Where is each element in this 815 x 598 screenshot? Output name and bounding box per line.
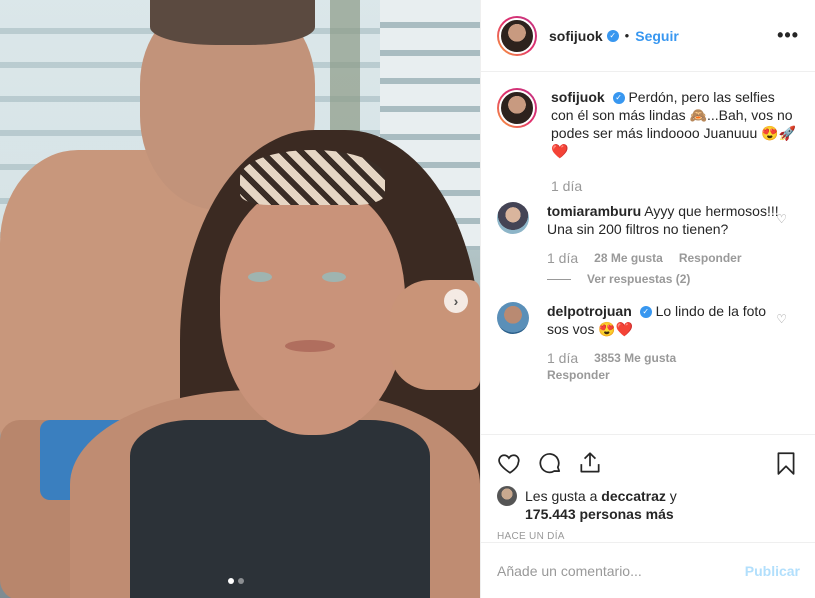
view-replies-button[interactable]: Ver respuestas (2) xyxy=(547,272,779,286)
caption: sofijuok ✓ Perdón, pero las selfies con … xyxy=(497,88,799,194)
author-username[interactable]: sofijuok xyxy=(549,28,603,44)
comment-input[interactable]: Añade un comentario... xyxy=(497,563,745,579)
follow-button[interactable]: Seguir xyxy=(635,28,679,44)
comment-username[interactable]: sofijuok xyxy=(551,89,605,105)
commenter-avatar[interactable] xyxy=(497,202,529,234)
like-heart-icon[interactable] xyxy=(497,450,523,476)
comment: delpotrojuan ✓ Lo lindo de la foto sos v… xyxy=(497,302,799,382)
carousel-dots xyxy=(228,578,244,584)
verified-badge-icon: ✓ xyxy=(606,29,619,42)
verified-badge-icon: ✓ xyxy=(639,306,652,319)
comment-time[interactable]: 1 día xyxy=(551,178,582,194)
likes-others[interactable]: 175.443 personas más xyxy=(525,506,674,522)
comment-time[interactable]: 1 día xyxy=(547,250,578,266)
more-options-icon[interactable]: ••• xyxy=(777,25,799,46)
verified-badge-icon: ✓ xyxy=(612,92,625,105)
comment: tomiaramburu Ayyy que hermosos!!! Una si… xyxy=(497,202,799,286)
comments-list: sofijuok ✓ Perdón, pero las selfies con … xyxy=(481,72,815,434)
separator-dot: • xyxy=(624,28,630,43)
comment-time[interactable]: 1 día xyxy=(547,350,578,366)
liker-avatar[interactable] xyxy=(497,486,517,506)
commenter-avatar[interactable] xyxy=(497,302,529,334)
post-photo: › xyxy=(0,0,480,598)
action-icons xyxy=(497,443,799,483)
comment-like-heart-icon[interactable]: ♡ xyxy=(776,212,787,226)
publish-button[interactable]: Publicar xyxy=(745,563,800,579)
comment-composer: Añade un comentario... Publicar xyxy=(481,542,815,598)
carousel-next-button[interactable]: › xyxy=(444,289,468,313)
post-panel: sofijuok ✓ • Seguir ••• sofijuok ✓ Perdó… xyxy=(480,0,815,598)
caption-avatar[interactable] xyxy=(497,88,537,128)
likes-summary: Les gusta a deccatraz y 175.443 personas… xyxy=(497,486,799,523)
carousel-dot xyxy=(238,578,244,584)
author-avatar[interactable] xyxy=(497,15,537,56)
action-bar: Les gusta a deccatraz y 175.443 personas… xyxy=(481,434,815,542)
comment-username[interactable]: delpotrojuan xyxy=(547,303,632,319)
comment-likes[interactable]: 3853 Me gusta xyxy=(594,351,676,365)
liked-by-prefix: Les gusta a xyxy=(525,488,598,504)
reply-button[interactable]: Responder xyxy=(679,251,742,265)
carousel-dot-active xyxy=(228,578,234,584)
share-icon[interactable] xyxy=(577,450,603,476)
replies-line xyxy=(547,278,571,280)
reply-button[interactable]: Responder xyxy=(547,368,610,382)
post-timestamp[interactable]: HACE UN DÍA xyxy=(497,531,799,542)
comment-likes[interactable]: 28 Me gusta xyxy=(594,251,663,265)
bookmark-icon[interactable] xyxy=(773,450,799,476)
post-header: sofijuok ✓ • Seguir ••• xyxy=(481,0,815,72)
comment-like-heart-icon[interactable]: ♡ xyxy=(776,312,787,326)
liked-by-user[interactable]: deccatraz xyxy=(601,488,666,504)
view-replies-label[interactable]: Ver respuestas (2) xyxy=(587,272,690,286)
comment-username[interactable]: tomiaramburu xyxy=(547,203,641,219)
liked-by-suffix: y xyxy=(669,488,677,504)
comment-bubble-icon[interactable] xyxy=(537,450,563,476)
